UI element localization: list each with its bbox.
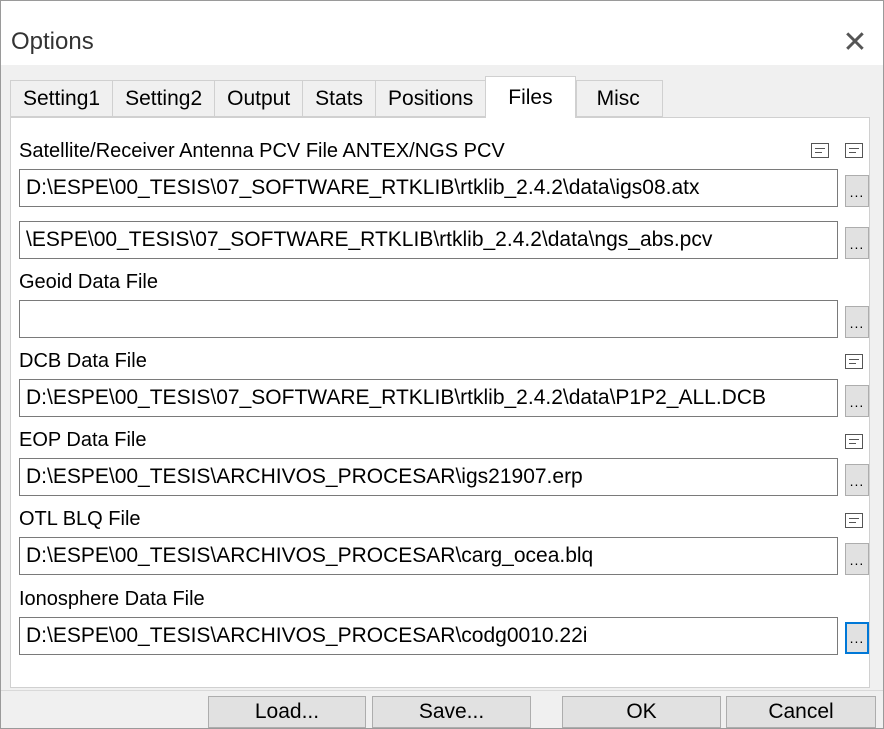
window-title: Options [11, 28, 94, 55]
tab-output[interactable]: Output [214, 80, 303, 117]
browse-ionosphere-button[interactable]: ... [845, 622, 869, 654]
browse-antenna-rcv-button[interactable]: ... [845, 227, 869, 259]
view-antenna-sat-icon[interactable] [811, 143, 829, 158]
title-bar: Options ✕ [1, 1, 883, 65]
geoid-file-field[interactable] [19, 300, 838, 338]
cancel-button[interactable]: Cancel [726, 696, 876, 728]
view-dcb-icon[interactable] [845, 354, 863, 369]
browse-geoid-button[interactable]: ... [845, 306, 869, 338]
tab-positions[interactable]: Positions [375, 80, 486, 117]
antenna-rcv-file-field[interactable]: \ESPE\00_TESIS\07_SOFTWARE_RTKLIB\rtklib… [19, 221, 838, 259]
antenna-pcv-label: Satellite/Receiver Antenna PCV File ANTE… [19, 140, 505, 162]
ionosphere-file-field[interactable]: D:\ESPE\00_TESIS\ARCHIVOS_PROCESAR\codg0… [19, 617, 838, 655]
browse-dcb-button[interactable]: ... [845, 385, 869, 417]
files-tab-panel: Satellite/Receiver Antenna PCV File ANTE… [10, 117, 870, 688]
tab-stats[interactable]: Stats [302, 80, 376, 117]
dcb-file-field[interactable]: D:\ESPE\00_TESIS\07_SOFTWARE_RTKLIB\rtkl… [19, 379, 838, 417]
otl-blq-label: OTL BLQ File [19, 508, 141, 530]
dcb-label: DCB Data File [19, 350, 147, 372]
save-button[interactable]: Save... [372, 696, 531, 728]
load-button[interactable]: Load... [208, 696, 366, 728]
ionosphere-label: Ionosphere Data File [19, 588, 205, 610]
browse-eop-button[interactable]: ... [845, 464, 869, 496]
otl-blq-file-field[interactable]: D:\ESPE\00_TESIS\ARCHIVOS_PROCESAR\carg_… [19, 537, 838, 575]
options-dialog: Options ✕ Setting1 Setting2 Output Stats… [0, 0, 884, 729]
eop-label: EOP Data File [19, 429, 147, 451]
tab-setting2[interactable]: Setting2 [112, 80, 215, 117]
antenna-sat-file-field[interactable]: D:\ESPE\00_TESIS\07_SOFTWARE_RTKLIB\rtkl… [19, 169, 838, 207]
geoid-label: Geoid Data File [19, 271, 158, 293]
view-otl-icon[interactable] [845, 513, 863, 528]
eop-file-field[interactable]: D:\ESPE\00_TESIS\ARCHIVOS_PROCESAR\igs21… [19, 458, 838, 496]
tab-misc[interactable]: Misc [575, 80, 663, 117]
browse-otl-button[interactable]: ... [845, 543, 869, 575]
close-icon[interactable]: ✕ [835, 23, 875, 63]
tab-files[interactable]: Files [485, 76, 576, 118]
browse-antenna-sat-button[interactable]: ... [845, 175, 869, 207]
view-eop-icon[interactable] [845, 434, 863, 449]
tab-strip: Setting1 Setting2 Output Stats Positions… [10, 76, 663, 118]
view-antenna-rcv-icon[interactable] [845, 143, 863, 158]
dialog-client-area: Setting1 Setting2 Output Stats Positions… [1, 65, 883, 728]
button-bar-separator [1, 690, 883, 691]
tab-setting1[interactable]: Setting1 [10, 80, 113, 117]
ok-button[interactable]: OK [562, 696, 721, 728]
